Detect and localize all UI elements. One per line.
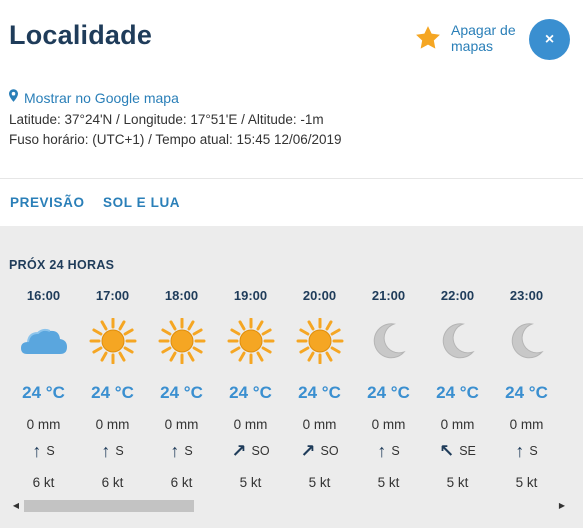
favorite-toggle[interactable]: Apagar de mapas bbox=[414, 22, 523, 54]
wind-direction-icon: ↗ bbox=[300, 441, 316, 461]
hour-precipitation: 0 mm bbox=[233, 417, 268, 432]
hour-wind-speed: 5 kt bbox=[515, 475, 538, 490]
wind-direction-icon: ↖ bbox=[439, 441, 455, 461]
hour-precipitation: 0 mm bbox=[164, 417, 199, 432]
moon-icon bbox=[442, 323, 475, 359]
forecast-panel: PRÓX 24 HORAS 16:00 24 °C 0 mm ↑ S 6 kt 17:00 2… bbox=[0, 226, 583, 528]
hour-temperature: 24 °C bbox=[505, 383, 548, 402]
wind-direction-label: SO bbox=[320, 444, 339, 458]
hour-wind-speed: 5 kt bbox=[377, 475, 400, 490]
tab-sun-moon[interactable]: SOL E LUA bbox=[103, 195, 180, 210]
hourly-forecast-list: 16:00 24 °C 0 mm ↑ S 6 kt 17:00 24 °C 0 mm ↑ S 6 kt… bbox=[0, 226, 583, 496]
hour-temperature: 24 °C bbox=[160, 383, 203, 402]
moon-icon bbox=[511, 323, 544, 359]
wind-direction-label: SO bbox=[251, 444, 270, 458]
favorite-label[interactable]: Apagar de mapas bbox=[451, 22, 523, 54]
hour-wind-speed: 6 kt bbox=[101, 475, 124, 490]
weather-icon-wrap bbox=[216, 318, 285, 364]
wind-direction-label: S bbox=[46, 444, 55, 458]
sun-icon bbox=[158, 318, 205, 364]
moon-icon bbox=[373, 323, 406, 359]
hour-wind-speed: 6 kt bbox=[32, 475, 55, 490]
wind-direction-label: S bbox=[115, 444, 124, 458]
hour-time: 20:00 bbox=[302, 288, 337, 303]
hour-wind: ↗ SO bbox=[216, 442, 285, 460]
wind-direction-icon: ↑ bbox=[377, 441, 387, 461]
hour-wind-speed: 5 kt bbox=[308, 475, 331, 490]
map-link-label[interactable]: Mostrar no Google mapa bbox=[24, 90, 179, 106]
wind-direction-icon: ↑ bbox=[32, 441, 42, 461]
wind-direction-label: SE bbox=[459, 444, 476, 458]
wind-direction-icon: ↑ bbox=[170, 441, 180, 461]
hour-temperature: 24 °C bbox=[22, 383, 65, 402]
wind-direction-icon: ↑ bbox=[101, 441, 111, 461]
weather-icon-wrap bbox=[285, 318, 354, 364]
hour-time: 18:00 bbox=[164, 288, 199, 303]
hour-temperature: 24 °C bbox=[229, 383, 272, 402]
hour-wind-speed: 5 kt bbox=[446, 475, 469, 490]
google-map-link[interactable]: Mostrar no Google mapa bbox=[9, 89, 179, 106]
tab-forecast[interactable]: PREVISÃO bbox=[10, 195, 85, 210]
scroll-left-icon[interactable]: ◀ bbox=[11, 501, 21, 511]
scrollbar-thumb[interactable] bbox=[24, 500, 194, 512]
hour-precipitation: 0 mm bbox=[440, 417, 475, 432]
weather-icon-wrap bbox=[492, 318, 561, 364]
wind-direction-icon: ↗ bbox=[231, 441, 247, 461]
coordinates-text: Latitude: 37°24'N / Longitude: 17°51'E /… bbox=[9, 112, 324, 127]
hour-wind-speed: 5 kt bbox=[239, 475, 262, 490]
close-button[interactable]: × bbox=[529, 19, 570, 60]
weather-icon-wrap bbox=[9, 318, 78, 364]
hour-wind-speed: 6 kt bbox=[170, 475, 193, 490]
hour-precipitation: 0 mm bbox=[509, 417, 544, 432]
hour-time: 16:00 bbox=[26, 288, 61, 303]
scroll-right-icon[interactable]: ▶ bbox=[557, 501, 567, 511]
star-icon[interactable] bbox=[414, 24, 442, 52]
hour-precipitation: 0 mm bbox=[26, 417, 61, 432]
wind-direction-icon: ↑ bbox=[515, 441, 525, 461]
sun-icon bbox=[227, 318, 274, 364]
hour-time: 21:00 bbox=[371, 288, 406, 303]
hour-precipitation: 0 mm bbox=[371, 417, 406, 432]
hour-wind: ↑ S bbox=[78, 442, 147, 460]
hour-temperature: 24 °C bbox=[367, 383, 410, 402]
hour-wind: ↑ S bbox=[147, 442, 216, 460]
weather-icon-wrap bbox=[354, 318, 423, 364]
hour-temperature: 24 °C bbox=[91, 383, 134, 402]
hour-wind: ↖ SE bbox=[423, 442, 492, 460]
wind-direction-label: S bbox=[529, 444, 538, 458]
tab-bar: PREVISÃO SOL E LUA bbox=[0, 179, 583, 226]
sun-icon bbox=[296, 318, 343, 364]
hour-precipitation: 0 mm bbox=[302, 417, 337, 432]
cloud-icon bbox=[20, 328, 67, 354]
hour-time: 17:00 bbox=[95, 288, 130, 303]
timezone-text: Fuso horário: (UTC+1) / Tempo atual: 15:… bbox=[9, 132, 342, 147]
wind-direction-label: S bbox=[184, 444, 193, 458]
sun-icon bbox=[89, 318, 136, 364]
map-pin-icon bbox=[9, 89, 18, 102]
weather-icon-wrap bbox=[78, 318, 147, 364]
hour-wind: ↑ S bbox=[492, 442, 561, 460]
hour-wind: ↑ S bbox=[9, 442, 78, 460]
hour-precipitation: 0 mm bbox=[95, 417, 130, 432]
horizontal-scrollbar[interactable]: ◀ ▶ bbox=[0, 498, 583, 514]
weather-icon-wrap bbox=[147, 318, 216, 364]
header: Localidade Apagar de mapas × Mostrar no … bbox=[0, 0, 583, 178]
weather-icon-wrap bbox=[423, 318, 492, 364]
hour-temperature: 24 °C bbox=[436, 383, 479, 402]
hour-wind: ↑ S bbox=[354, 442, 423, 460]
page-title: Localidade bbox=[9, 20, 153, 50]
hour-temperature: 24 °C bbox=[298, 383, 341, 402]
hour-time: 19:00 bbox=[233, 288, 268, 303]
hour-wind: ↗ SO bbox=[285, 442, 354, 460]
hour-time: 23:00 bbox=[509, 288, 544, 303]
wind-direction-label: S bbox=[391, 444, 400, 458]
close-icon: × bbox=[544, 30, 555, 48]
hour-time: 22:00 bbox=[440, 288, 475, 303]
